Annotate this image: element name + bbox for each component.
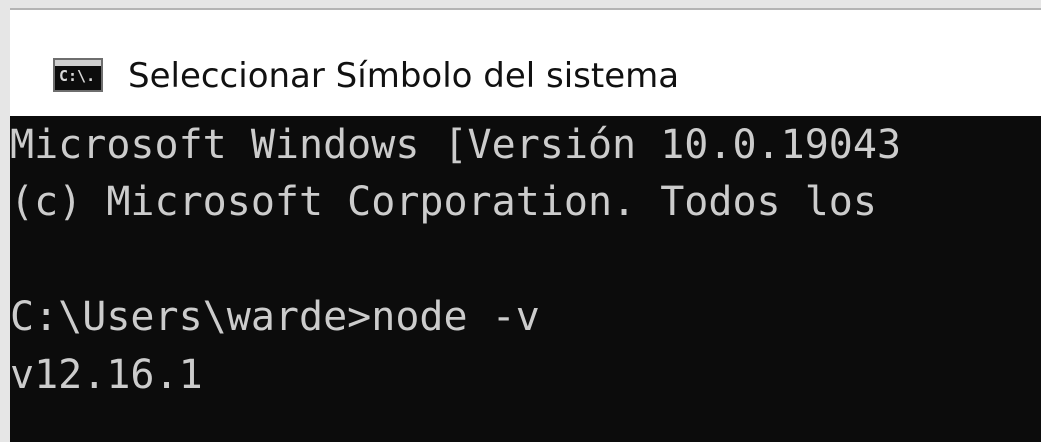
cmd-icon-bar <box>55 60 101 66</box>
title-bar[interactable]: C:\. Seleccionar Símbolo del sistema <box>10 8 1041 116</box>
window-title: Seleccionar Símbolo del sistema <box>128 56 680 96</box>
cmd-icon-glyph: C:\. <box>59 67 96 85</box>
console-output[interactable]: Microsoft Windows [Versión 10.0.19043 (c… <box>10 116 1041 442</box>
window-outer-frame-left <box>0 0 10 442</box>
console-line: C:\Users\warde>node -v <box>10 294 540 340</box>
cmd-icon[interactable]: C:\. <box>53 58 103 92</box>
window-outer-frame-top <box>0 0 1041 8</box>
console-line: v12.16.1 <box>10 352 203 398</box>
command-prompt-window: C:\. Seleccionar Símbolo del sistema Mic… <box>0 0 1041 442</box>
console-line: Microsoft Windows [Versión 10.0.19043 <box>10 122 902 168</box>
console-line: (c) Microsoft Corporation. Todos los <box>10 179 877 225</box>
